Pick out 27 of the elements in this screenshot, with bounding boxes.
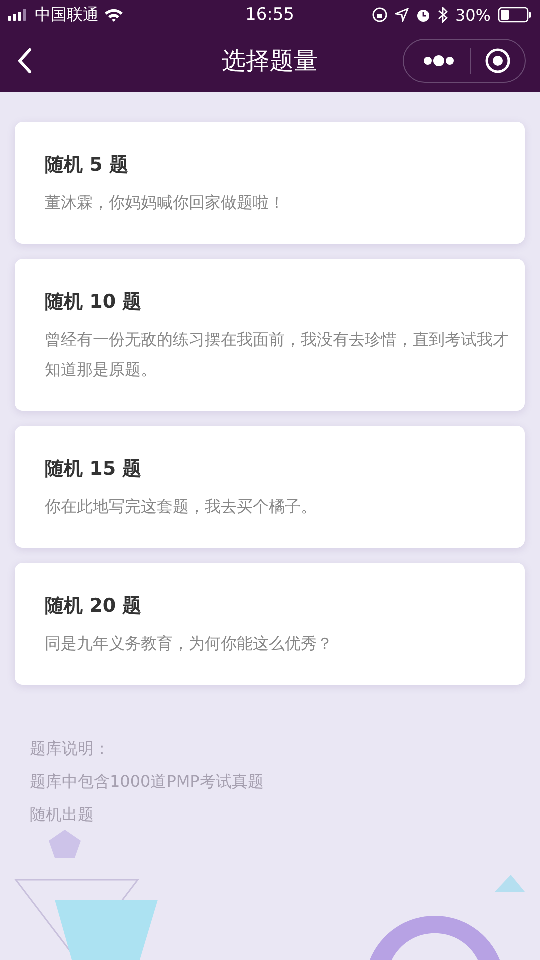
option-subtitle: 同是九年义务教育，为何你能这么优秀？ bbox=[45, 633, 334, 655]
more-icon[interactable] bbox=[422, 55, 456, 67]
note-text: 随机出题 bbox=[30, 804, 95, 826]
option-subtitle: 曾经有一份无敌的练习摆在我面前，我没有去珍惜，直到考试我才知道那是原题。 bbox=[45, 329, 510, 381]
battery-icon bbox=[498, 7, 532, 23]
battery-percent: 30% bbox=[455, 6, 491, 24]
option-card[interactable]: 随机 10 题 曾经有一份无敌的练习摆在我面前，我没有去珍惜，直到考试我才知道那是原题。 bbox=[15, 259, 525, 411]
note-text: 题库中包含1000道PMP考试真题 bbox=[30, 771, 265, 793]
option-title: 随机 15 题 bbox=[45, 457, 143, 482]
note-text: 题库说明： bbox=[30, 738, 111, 760]
option-card[interactable]: 随机 5 题 董沐霖，你妈妈喊你回家做题啦！ bbox=[15, 122, 525, 244]
option-title: 随机 5 题 bbox=[45, 153, 130, 178]
wifi-icon bbox=[104, 8, 124, 22]
location-icon bbox=[395, 8, 410, 22]
back-icon bbox=[18, 48, 32, 74]
page-title: 选择题量 bbox=[222, 46, 318, 77]
alarm-icon bbox=[416, 8, 432, 22]
option-title: 随机 20 题 bbox=[45, 594, 143, 619]
bluetooth-icon bbox=[438, 7, 448, 23]
option-title: 随机 10 题 bbox=[45, 290, 143, 315]
close-icon[interactable] bbox=[485, 48, 511, 74]
status-time: 16:55 bbox=[246, 5, 294, 25]
carrier-name: 中国联通 bbox=[35, 4, 99, 26]
option-card[interactable]: 随机 15 题 你在此地写完这套题，我去买个橘子。 bbox=[15, 426, 525, 548]
option-subtitle: 你在此地写完这套题，我去买个橘子。 bbox=[45, 496, 318, 518]
option-subtitle: 董沐霖，你妈妈喊你回家做题啦！ bbox=[45, 192, 286, 214]
option-card[interactable]: 随机 20 题 同是九年义务教育，为何你能这么优秀？ bbox=[15, 563, 525, 685]
